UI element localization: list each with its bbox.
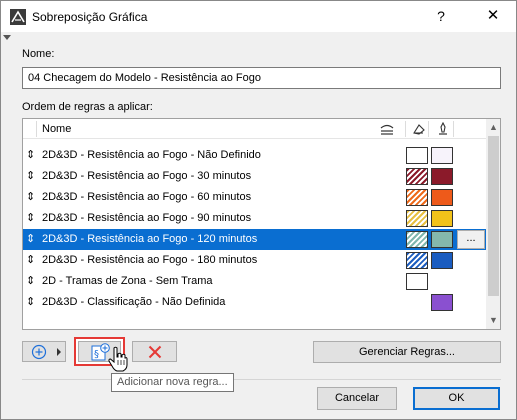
window-title: Sobreposição Gráfica <box>32 10 148 24</box>
pen-color-swatch[interactable] <box>431 231 453 248</box>
surface-icon <box>380 124 394 135</box>
fill-swatch[interactable] <box>406 231 428 248</box>
fill-swatch[interactable] <box>406 252 428 269</box>
archicad-app-icon <box>10 9 26 25</box>
fill-icon <box>413 124 425 135</box>
rule-label: 2D&3D - Resistência ao Fogo - Não Defini… <box>42 149 261 161</box>
rule-row[interactable]: ⇕ 2D&3D - Resistência ao Fogo - 120 minut… <box>23 229 486 250</box>
rule-row[interactable]: ⇕ 2D&3D - Resistência ao Fogo - 60 minuto… <box>23 187 486 208</box>
footer-divider <box>22 379 501 380</box>
fill-swatch[interactable] <box>406 210 428 227</box>
rule-row[interactable]: ⇕ 2D&3D - Resistência ao Fogo - 90 minuto… <box>23 208 486 229</box>
rule-row[interactable]: ⇕ 2D - Tramas de Zona - Sem Trama <box>23 271 486 292</box>
list-header: Nome <box>23 119 486 139</box>
drag-handle-icon[interactable]: ⇕ <box>26 210 35 226</box>
add-rule-dropdown-button[interactable] <box>22 341 66 362</box>
scrollbar-thumb[interactable] <box>488 136 499 296</box>
collapse-triangle-icon[interactable] <box>3 35 11 40</box>
cancel-button[interactable]: Cancelar <box>317 387 397 410</box>
drag-handle-icon[interactable]: ⇕ <box>26 231 35 247</box>
rule-row[interactable]: ⇕ 2D&3D - Resistência ao Fogo - 180 minut… <box>23 250 486 271</box>
rule-label: 2D&3D - Resistência ao Fogo - 120 minuto… <box>42 233 258 245</box>
delete-x-icon <box>148 345 162 359</box>
rule-label: 2D&3D - Resistência ao Fogo - 30 minutos <box>42 170 252 182</box>
drag-handle-icon[interactable]: ⇕ <box>26 147 35 163</box>
dropdown-arrow-icon <box>57 348 61 356</box>
rule-options-button[interactable]: ... <box>457 230 485 249</box>
rule-label: 2D&3D - Classificação - Não Definida <box>42 296 226 308</box>
column-header-name[interactable]: Nome <box>42 123 71 135</box>
add-circle-icon <box>31 344 47 360</box>
scroll-down-icon[interactable]: ▼ <box>486 312 500 329</box>
fill-swatch[interactable] <box>406 147 428 164</box>
drag-handle-icon[interactable]: ⇕ <box>26 294 35 310</box>
pen-color-swatch[interactable] <box>431 252 453 269</box>
close-button[interactable]: ✕ <box>479 5 507 27</box>
scroll-up-icon[interactable]: ▲ <box>486 119 500 136</box>
hand-cursor-icon <box>108 346 128 372</box>
header-divider <box>36 121 37 137</box>
pen-color-swatch[interactable] <box>431 147 453 164</box>
rule-row[interactable]: ⇕ 2D&3D - Resistência ao Fogo - 30 minuto… <box>23 166 486 187</box>
drag-handle-icon[interactable]: ⇕ <box>26 168 35 184</box>
rule-label: 2D&3D - Resistência ao Fogo - 60 minutos <box>42 191 252 203</box>
vertical-scrollbar[interactable]: ▲ ▼ <box>486 119 500 329</box>
name-label: Nome: <box>22 48 55 60</box>
drag-handle-icon[interactable]: ⇕ <box>26 273 35 289</box>
pen-icon <box>439 122 447 135</box>
ok-button[interactable]: OK <box>413 387 500 410</box>
name-input[interactable]: 04 Checagem do Modelo - Resistência ao F… <box>22 67 501 89</box>
drag-handle-icon[interactable]: ⇕ <box>26 252 35 268</box>
pen-color-swatch[interactable] <box>431 168 453 185</box>
fill-swatch[interactable] <box>406 189 428 206</box>
fill-swatch[interactable] <box>406 168 428 185</box>
header-divider <box>405 121 406 137</box>
help-button[interactable]: ? <box>429 5 453 27</box>
manage-rules-button[interactable]: Gerenciar Regras... <box>313 341 501 363</box>
dialog-window: Sobreposição Gráfica ? ✕ Nome: 04 Checag… <box>0 0 517 420</box>
header-divider <box>453 121 454 137</box>
pen-color-swatch[interactable] <box>431 210 453 227</box>
rule-label: 2D&3D - Resistência ao Fogo - 90 minutos <box>42 212 252 224</box>
header-divider <box>428 121 429 137</box>
fill-swatch[interactable] <box>406 273 428 290</box>
rule-row[interactable]: ⇕ 2D&3D - Classificação - Não Definida <box>23 292 486 313</box>
svg-text:§: § <box>94 349 99 360</box>
pen-color-swatch[interactable] <box>431 294 453 311</box>
rule-label: 2D - Tramas de Zona - Sem Trama <box>42 275 213 287</box>
rules-list[interactable]: Nome ⇕ 2D&3D - Resistência ao Fogo - Não … <box>22 118 501 330</box>
title-bar: Sobreposição Gráfica ? ✕ <box>1 1 516 32</box>
delete-rule-button[interactable] <box>132 341 177 362</box>
drag-handle-icon[interactable]: ⇕ <box>26 189 35 205</box>
rule-row[interactable]: ⇕ 2D&3D - Resistência ao Fogo - Não Defin… <box>23 145 486 166</box>
rules-order-label: Ordem de regras a aplicar: <box>22 101 153 113</box>
pen-color-swatch[interactable] <box>431 189 453 206</box>
tooltip: Adicionar nova regra... <box>111 373 234 392</box>
rule-label: 2D&3D - Resistência ao Fogo - 180 minuto… <box>42 254 258 266</box>
